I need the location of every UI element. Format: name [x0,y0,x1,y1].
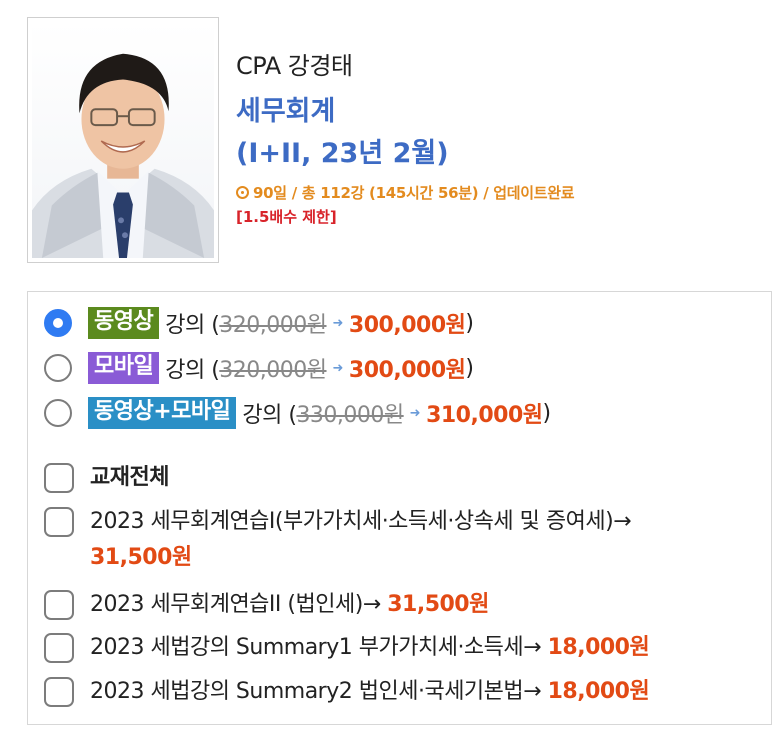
old-price: 320,000원 [219,313,327,338]
book-4-text: 2023 세법강의 Summary2 법인세·국세기본법→ 18,000원 [90,674,650,710]
option-close: ) [465,310,474,336]
checkbox-all-books[interactable] [44,463,74,493]
old-price: 320,000원 [219,358,327,383]
course-edition[interactable]: (I+II, 23년 2월) [236,134,574,174]
book-price: 31,500원 [387,592,489,617]
course-meta-text: 90일 / 총 112강 (145시간 56분) / 업데이트완료 [253,184,575,202]
instructor-photo-frame [27,17,219,263]
sale-price: 300,000원 [348,358,466,383]
textbook-item[interactable]: 2023 세법강의 Summary2 법인세·국세기본법→ 18,000원 [44,674,764,710]
instructor-photo [32,22,214,258]
all-books-label: 교재전체 [90,465,169,490]
lecture-option-mobile[interactable]: 모바일 강의 ( 320,000원 ➜ 300,000원 ) [44,351,474,385]
book-name: 2023 세법강의 Summary2 법인세·국세기본법→ [90,679,542,704]
textbook-item[interactable]: 2023 세무회계연습I(부가가치세·소득세·상속세 및 증여세)→ 31,50… [44,504,764,576]
badge-video: 동영상 [88,307,160,339]
option-label: 강의 ( [242,403,297,428]
badge-mobile: 모바일 [88,352,160,384]
textbook-item[interactable]: 2023 세무회계연습II (법인세)→ 31,500원 [44,587,764,623]
book-3-text: 2023 세법강의 Summary1 부가가치세·소득세→ 18,000원 [90,630,650,666]
option-close: ) [465,355,474,381]
arrow-right-icon: ➜ [332,360,344,376]
lecture-options-box: 동영상 강의 ( 320,000원 ➜ 300,000원 ) 모바일 강의 ( … [27,291,772,446]
checkbox-book-3[interactable] [44,633,74,663]
lecture-option-video-mobile[interactable]: 동영상+모바일 강의 ( 330,000원 ➜ 310,000원 ) [44,396,551,430]
instructor-name: CPA 강경태 [236,52,353,80]
book-price: 31,500원 [90,545,192,570]
radio-video[interactable] [44,309,72,337]
option-close: ) [542,400,552,426]
checkbox-book-4[interactable] [44,677,74,707]
arrow-right-icon: ➜ [409,405,421,421]
arrow-right-icon: ➜ [332,315,344,331]
radio-video-mobile[interactable] [44,399,72,427]
textbook-all[interactable]: 교재전체 [44,460,764,496]
book-price: 18,000원 [547,679,650,704]
clock-icon [236,186,249,199]
checkbox-book-2[interactable] [44,590,74,620]
badge-video-mobile: 동영상+모바일 [88,397,237,429]
course-subject[interactable]: 세무회계 [236,90,574,134]
book-name: 2023 세무회계연습I(부가가치세·소득세·상속세 및 증여세)→ [90,509,632,534]
radio-mobile[interactable] [44,354,72,382]
lecture-option-video[interactable]: 동영상 강의 ( 320,000원 ➜ 300,000원 ) [44,306,474,340]
old-price: 330,000원 [296,403,404,428]
instructor-portrait-image [32,53,214,258]
book-2-text: 2023 세무회계연습II (법인세)→ 31,500원 [90,587,489,623]
book-price: 18,000원 [547,635,650,660]
sale-price: 300,000원 [348,313,466,338]
checkbox-book-1[interactable] [44,507,74,537]
option-label: 강의 ( [165,358,220,383]
course-info: CPA 강경태 세무회계 (I+II, 23년 2월) 90일 / 총 112강… [236,46,575,227]
option-label: 강의 ( [165,313,220,338]
playback-limit: [1.5배수 제한] [236,208,337,226]
course-meta: 90일 / 총 112강 (145시간 56분) / 업데이트완료 [236,182,575,204]
textbook-item[interactable]: 2023 세법강의 Summary1 부가가치세·소득세→ 18,000원 [44,630,764,666]
book-name: 2023 세무회계연습II (법인세)→ [90,592,381,617]
book-name: 2023 세법강의 Summary1 부가가치세·소득세→ [90,635,542,660]
textbook-options-box: 교재전체 2023 세무회계연습I(부가가치세·소득세·상속세 및 증여세)→ … [27,445,772,725]
sale-price: 310,000원 [426,403,543,428]
book-1-text: 2023 세무회계연습I(부가가치세·소득세·상속세 및 증여세)→ 31,50… [90,504,632,576]
